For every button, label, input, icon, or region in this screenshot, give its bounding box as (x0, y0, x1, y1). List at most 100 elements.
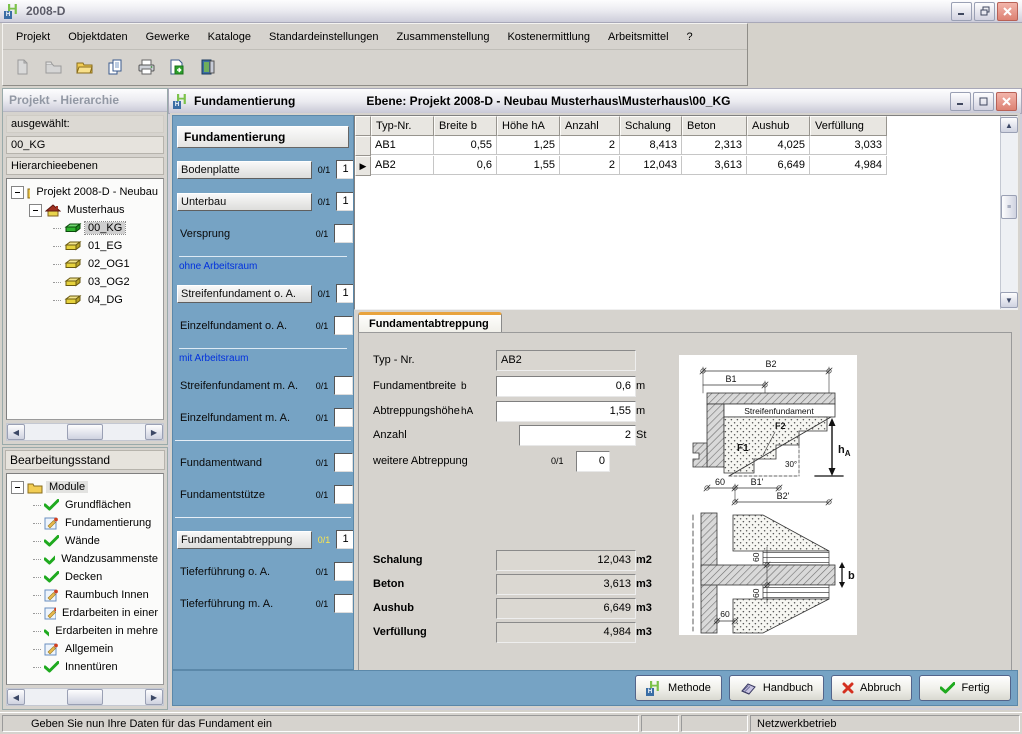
fertig-button[interactable]: Fertig (919, 675, 1011, 701)
versprung-item[interactable]: Versprung (177, 226, 310, 242)
scroll-down-icon[interactable]: ▼ (1000, 292, 1018, 308)
fundamentwand-count[interactable] (334, 453, 353, 472)
col-typ-nr[interactable]: Typ-Nr. (371, 116, 434, 136)
einzelfundament-oa-item[interactable]: Einzelfundament o. A. (177, 318, 310, 334)
menu-row-unterbau: Unterbau 0/1 1 (177, 191, 349, 212)
maximize-button[interactable] (973, 92, 994, 111)
col-breite-b[interactable]: Breite b (434, 116, 497, 136)
module-decken[interactable]: Decken (9, 568, 161, 586)
close-button[interactable] (997, 2, 1018, 21)
collapse-icon[interactable] (29, 204, 42, 217)
print-icon[interactable] (133, 54, 159, 80)
tree-node-02-og1[interactable]: 02_OG1 (9, 255, 161, 273)
tree-node-03-og2[interactable]: 03_OG2 (9, 273, 161, 291)
open-project-icon[interactable] (40, 54, 66, 80)
einzelfundament-ma-item[interactable]: Einzelfundament m. A. (177, 410, 310, 426)
col-beton[interactable]: Beton (682, 116, 747, 136)
tieferfuehrung-oa-count[interactable] (334, 562, 353, 581)
module-allgemein[interactable]: Allgemein (9, 640, 161, 658)
collapse-icon[interactable] (11, 186, 24, 199)
unterbau-button[interactable]: Unterbau (177, 193, 312, 211)
tree-node-module[interactable]: Module (9, 478, 161, 496)
col-anzahl[interactable]: Anzahl (560, 116, 620, 136)
anzahl-input[interactable]: 2 (519, 425, 636, 446)
menu-standardeinstellungen[interactable]: Standardeinstellungen (260, 28, 387, 46)
unterbau-count[interactable]: 1 (336, 192, 354, 211)
weitere-abtreppung-input[interactable]: 0 (576, 451, 610, 472)
versprung-count[interactable] (334, 224, 353, 243)
streifenfundament-ma-count[interactable] (334, 376, 353, 395)
menu-kostenermittlung[interactable]: Kostenermittlung (498, 28, 599, 46)
col-aushub[interactable]: Aushub (747, 116, 810, 136)
export-document-icon[interactable] (164, 54, 190, 80)
abbruch-button[interactable]: Abbruch (831, 675, 912, 701)
app-logo-icon: HH (4, 3, 20, 19)
col-hoehe-ha[interactable]: Höhe hA (497, 116, 560, 136)
modules-hscrollbar[interactable]: ◀ ▶ (6, 688, 164, 706)
fundamentbreite-input[interactable]: 0,6 (496, 376, 636, 397)
abtreppungshoehe-input[interactable]: 1,55 (496, 401, 636, 422)
tieferfuehrung-ma-item[interactable]: Tieferführung m. A. (177, 596, 310, 612)
menu-zusammenstellung[interactable]: Zusammenstellung (388, 28, 499, 46)
close-button[interactable] (996, 92, 1017, 111)
menu-gewerke[interactable]: Gewerke (137, 28, 199, 46)
bodenplatte-button[interactable]: Bodenplatte (177, 161, 312, 179)
module-fundamentierung[interactable]: Fundamentierung (9, 514, 161, 532)
scroll-thumb[interactable]: ≡ (1001, 195, 1017, 219)
scroll-left-icon[interactable]: ◀ (7, 424, 25, 440)
cell-ab1-typ[interactable]: AB1 (371, 136, 434, 155)
streifenfundament-oa-button[interactable]: Streifenfundament o. A. (177, 285, 312, 303)
fundamentwand-item[interactable]: Fundamentwand (177, 455, 310, 471)
methode-button[interactable]: HH Methode (635, 675, 722, 701)
scroll-left-icon[interactable]: ◀ (7, 689, 25, 705)
menu-kataloge[interactable]: Kataloge (199, 28, 260, 46)
exit-icon[interactable] (195, 54, 221, 80)
menu-help[interactable]: ? (678, 28, 702, 46)
tieferfuehrung-oa-item[interactable]: Tieferführung o. A. (177, 564, 310, 580)
scroll-up-icon[interactable]: ▲ (1000, 117, 1018, 133)
col-schalung[interactable]: Schalung (620, 116, 682, 136)
restore-button[interactable] (974, 2, 995, 21)
streifenfundament-ma-item[interactable]: Streifenfundament m. A. (177, 378, 310, 394)
menu-projekt[interactable]: Projekt (7, 28, 59, 46)
handbuch-button[interactable]: Handbuch (729, 675, 824, 701)
module-erdarbeiten-mehreren[interactable]: Erdarbeiten in mehre (9, 622, 161, 640)
menu-objektdaten[interactable]: Objektdaten (59, 28, 136, 46)
fundamentabtreppung-count[interactable]: 1 (336, 530, 354, 549)
fundamentstuetze-count[interactable] (334, 485, 353, 504)
tab-fundamentabtreppung[interactable]: Fundamentabtreppung (358, 312, 502, 333)
scroll-right-icon[interactable]: ▶ (145, 424, 163, 440)
tree-node-00-kg[interactable]: 00_KG (9, 219, 161, 237)
streifenfundament-oa-count[interactable]: 1 (336, 284, 354, 303)
minimize-button[interactable] (950, 92, 971, 111)
scroll-thumb[interactable] (67, 689, 103, 705)
tieferfuehrung-ma-count[interactable] (334, 594, 353, 613)
tree-node-01-eg[interactable]: 01_EG (9, 237, 161, 255)
bodenplatte-count[interactable]: 1 (336, 160, 354, 179)
fundamentabtreppung-button[interactable]: Fundamentabtreppung (177, 531, 312, 549)
module-waende[interactable]: Wände (9, 532, 161, 550)
module-grundflaechen[interactable]: Grundflächen (9, 496, 161, 514)
tree-node-04-dg[interactable]: 04_DG (9, 291, 161, 309)
new-document-icon[interactable] (9, 54, 35, 80)
collapse-icon[interactable] (11, 481, 24, 494)
module-raumbuch-innen[interactable]: Raumbuch Innen (9, 586, 161, 604)
fundamentstuetze-item[interactable]: Fundamentstütze (177, 487, 310, 503)
module-wandzusammenstellung[interactable]: Wandzusammenste (9, 550, 161, 568)
module-erdarbeiten-einer[interactable]: Erdarbeiten in einer (9, 604, 161, 622)
minimize-button[interactable] (951, 2, 972, 21)
einzelfundament-ma-count[interactable] (334, 408, 353, 427)
cell-ab2-typ[interactable]: AB2 (371, 156, 434, 175)
menu-arbeitsmittel[interactable]: Arbeitsmittel (599, 28, 678, 46)
tree-node-project[interactable]: Projekt 2008-D - Neubau (9, 183, 161, 201)
open-folder-icon[interactable] (71, 54, 97, 80)
col-verfuellung[interactable]: Verfüllung (810, 116, 887, 136)
tree-node-musterhaus[interactable]: Musterhaus (9, 201, 161, 219)
table-vscrollbar[interactable]: ▲ ≡ ▼ (1000, 116, 1017, 309)
module-innentueren[interactable]: Innentüren (9, 658, 161, 676)
einzelfundament-oa-count[interactable] (334, 316, 353, 335)
scroll-thumb[interactable] (67, 424, 103, 440)
scroll-right-icon[interactable]: ▶ (145, 689, 163, 705)
copy-icon[interactable] (102, 54, 128, 80)
hierarchy-hscrollbar[interactable]: ◀ ▶ (6, 423, 164, 441)
